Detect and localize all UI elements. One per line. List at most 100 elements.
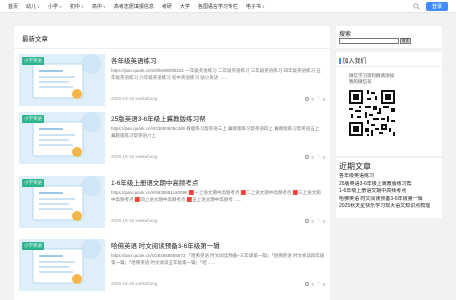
nav-label: 各国语言学习专栏 <box>197 4 238 10</box>
nav-label: 初中 <box>69 4 80 10</box>
recent-list: 各年级英语练习 25版英语3-6年级上冀教版练习帮 1-6年级上册语文期中高频考… <box>339 173 442 211</box>
post-date: 2025-10-16 <box>111 154 135 159</box>
views-count: 0 <box>311 154 314 160</box>
views-icon <box>305 97 310 101</box>
category-tag[interactable]: 小学英语 <box>22 115 44 123</box>
nav-item-university[interactable]: 大学 <box>180 3 190 10</box>
recent-title: 近期文章 <box>339 162 371 171</box>
post-title[interactable]: 1-6年级上册语文期中高频考点 <box>111 177 198 187</box>
post-excerpt: https://pan.quark.cn/s/038b0605c3d9 教版练习… <box>111 126 320 138</box>
recent-link[interactable]: 1-6年级上册语文期中高频考点 <box>339 188 442 196</box>
accent-bar <box>339 57 341 64</box>
latest-posts-panel: 最新文章 小学英语 各年级英语练习 https://pan.quark.cn/s… <box>14 26 330 300</box>
category-tag[interactable]: 小学英语 <box>22 179 44 187</box>
search-input[interactable] <box>339 38 399 44</box>
post-author[interactable]: xuekuhong <box>135 218 157 223</box>
nav-item-languages[interactable]: 各国语言学习专栏 <box>198 3 238 10</box>
post-author[interactable]: xuekuhong <box>135 96 157 101</box>
post-excerpt: https://pan.quark.cn/s/9f0e9bf8f6181 一年级… <box>111 68 321 80</box>
post-excerpt: https://pan.quark.cn/s/284866555573 「哈佛英… <box>111 253 325 265</box>
nav-item-home[interactable]: 首页 <box>8 3 18 10</box>
post-meta: 2025-10-16 xuekuhong <box>111 154 157 159</box>
category-tag[interactable]: 小学英语 <box>22 242 44 250</box>
post-thumbnail[interactable]: 小学英语 <box>19 54 105 106</box>
post-thumbnail[interactable]: 小学英语 <box>19 112 105 164</box>
recent-link[interactable]: 25版英语3-6年级上冀教版练习帮 <box>339 181 442 189</box>
post-item[interactable]: 小学英语 25版英语3-6年级上冀教版练习帮 https://pan.quark… <box>19 112 325 168</box>
category-tag[interactable]: 小学英语 <box>22 57 44 65</box>
nav-item-high[interactable]: 高中 ∨ <box>92 3 106 10</box>
post-item[interactable]: 小学英语 1-6年级上册语文期中高频考点 https://pan.quark.c… <box>19 176 325 232</box>
nav-label: 高中 <box>91 4 102 10</box>
join-title: 加入我们 <box>342 59 367 65</box>
post-meta: 2025-10-16 xuekuhong <box>111 218 157 223</box>
post-title[interactable]: 25版英语3-6年级上冀教版练习帮 <box>111 113 206 123</box>
recent-link[interactable]: 哈佛英语 时文阅读预备3-6年级第一辑 <box>339 196 442 204</box>
divider <box>14 48 330 49</box>
views-icon <box>305 282 310 286</box>
views-icon <box>305 155 310 159</box>
nav-item-primary[interactable]: 小学 ∨ <box>48 3 62 10</box>
nav-label: 小学 <box>47 4 58 10</box>
post-title[interactable]: 哈佛英语 时文阅读预备3-6年级第一辑 <box>111 240 220 250</box>
heart-icon[interactable]: ♡ <box>316 96 320 102</box>
search-label: 搜索 <box>339 32 352 38</box>
chevron-down-icon: ∨ <box>261 4 265 9</box>
chevron-down-icon: ∨ <box>102 4 106 9</box>
chevron-down-icon: ∨ <box>58 4 62 9</box>
search-icon[interactable] <box>413 3 420 10</box>
sidebar-recent-widget: 近期文章 各年级英语练习 25版英语3-6年级上冀教版练习帮 1-6年级上册语文… <box>336 158 442 218</box>
qr-code-icon <box>347 88 397 138</box>
post-item[interactable]: 小学英语 各年级英语练习 https://pan.quark.cn/s/9f0e… <box>19 54 325 110</box>
nav-label: 大学 <box>179 4 190 10</box>
post-stats: 0 ♡ 0 <box>305 154 325 160</box>
post-meta: 2025-10-16 xuekuhong <box>111 281 157 286</box>
divider <box>336 66 442 67</box>
nav-item-gaokao[interactable]: 高考志愿填报信息 <box>114 3 154 10</box>
sidebar-join-widget: 加入我们 微信学习资料群请添加 我的微信号 <box>336 52 442 156</box>
main-nav: 首页 幼儿 ∨ 小学 ∨ 初中 ∨ 高中 ∨ 高考志愿填报信息 考研 大学 各国语言学习… <box>8 0 265 13</box>
post-stats: 0 ♡ 0 <box>305 96 325 102</box>
heart-icon[interactable]: ♡ <box>316 218 320 224</box>
post-meta: 2025-10-16 xuekuhong <box>111 96 157 101</box>
post-item[interactable]: 小学英语 哈佛英语 时文阅读预备3-6年级第一辑 https://pan.qua… <box>19 239 325 295</box>
views-count: 0 <box>311 218 314 224</box>
post-author[interactable]: xuekuhong <box>135 281 157 286</box>
nav-label: 首页 <box>8 4 19 10</box>
recent-link[interactable]: 各年级英语练习 <box>339 173 442 181</box>
search-button[interactable]: 搜索 <box>400 38 411 44</box>
likes-count: 0 <box>322 154 325 160</box>
views-count: 0 <box>311 281 314 287</box>
recent-link[interactable]: 2025秋天星快乐学习现大语文知识点梳理 <box>339 203 442 211</box>
views-icon <box>305 219 310 223</box>
top-header: 首页 幼儿 ∨ 小学 ∨ 初中 ∨ 高中 ∨ 高考志愿填报信息 考研 大学 各国语言学习… <box>0 0 456 13</box>
heart-icon[interactable]: ♡ <box>316 154 320 160</box>
post-stats: 0 ♡ 0 <box>305 218 325 224</box>
post-title[interactable]: 各年级英语练习 <box>111 55 157 65</box>
post-thumbnail[interactable]: 小学英语 <box>19 239 105 291</box>
widget-title: 加入我们 <box>339 56 367 65</box>
login-button[interactable]: 登录 <box>426 2 448 11</box>
nav-label: 电子书 <box>245 4 261 10</box>
nav-item-preschool[interactable]: 幼儿 ∨ <box>26 3 40 10</box>
nav-item-kaoyan[interactable]: 考研 <box>162 3 172 10</box>
likes-count: 0 <box>322 281 325 287</box>
nav-label: 高考志愿填报信息 <box>113 4 154 10</box>
heart-icon[interactable]: ♡ <box>316 281 320 287</box>
likes-count: 0 <box>322 218 325 224</box>
section-title: 最新文章 <box>22 36 48 43</box>
post-date: 2025-10-16 <box>111 96 135 101</box>
likes-count: 0 <box>322 96 325 102</box>
post-date: 2025-10-16 <box>111 218 135 223</box>
post-author[interactable]: xuekuhong <box>135 154 157 159</box>
chevron-down-icon: ∨ <box>37 4 40 9</box>
nav-item-middle[interactable]: 初中 ∨ <box>70 3 84 10</box>
sidebar-search-widget: 搜索 搜索 <box>336 26 442 48</box>
join-text-line: 我的微信号 <box>349 79 372 84</box>
nav-label: 考研 <box>161 4 172 10</box>
post-thumbnail[interactable]: 小学英语 <box>19 176 105 228</box>
nav-label: 幼儿 <box>26 4 37 10</box>
nav-item-ebooks[interactable]: 电子书 ∨ <box>246 3 265 10</box>
post-stats: 0 ♡ 0 <box>305 281 325 287</box>
post-date: 2025-10-16 <box>111 281 135 286</box>
